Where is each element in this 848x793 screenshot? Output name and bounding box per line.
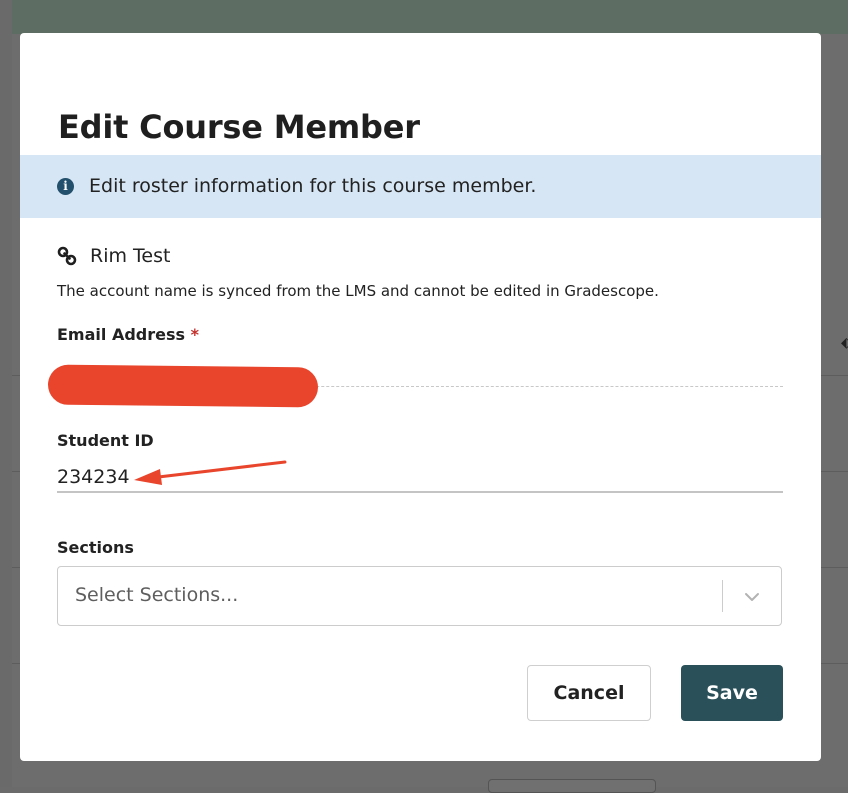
background-edge-glyph: ⬖ bbox=[841, 335, 848, 351]
email-label: Email Address * bbox=[57, 325, 199, 344]
redaction-mark bbox=[47, 364, 319, 408]
student-id-field[interactable] bbox=[57, 463, 783, 493]
edit-course-member-modal: Edit Course Member i Edit roster informa… bbox=[20, 33, 821, 761]
modal-title: Edit Course Member bbox=[58, 108, 420, 146]
account-sync-note: The account name is synced from the LMS … bbox=[57, 282, 659, 300]
background-top-bar bbox=[0, 0, 848, 34]
info-icon: i bbox=[57, 178, 74, 195]
cancel-button[interactable]: Cancel bbox=[527, 665, 651, 721]
sections-select[interactable]: Select Sections... bbox=[57, 566, 782, 626]
info-banner-text: Edit roster information for this course … bbox=[89, 175, 537, 197]
background-left-strip bbox=[0, 0, 12, 787]
sections-label: Sections bbox=[57, 538, 134, 557]
student-id-label: Student ID bbox=[57, 431, 154, 450]
select-separator bbox=[722, 580, 723, 612]
background-button bbox=[488, 779, 656, 793]
sections-placeholder: Select Sections... bbox=[75, 584, 239, 606]
member-name: Rim Test bbox=[90, 245, 171, 267]
required-marker: * bbox=[190, 325, 199, 344]
link-icon bbox=[57, 246, 77, 266]
chevron-down-icon[interactable] bbox=[742, 587, 762, 607]
email-label-text: Email Address bbox=[57, 325, 186, 344]
save-button[interactable]: Save bbox=[681, 665, 783, 721]
